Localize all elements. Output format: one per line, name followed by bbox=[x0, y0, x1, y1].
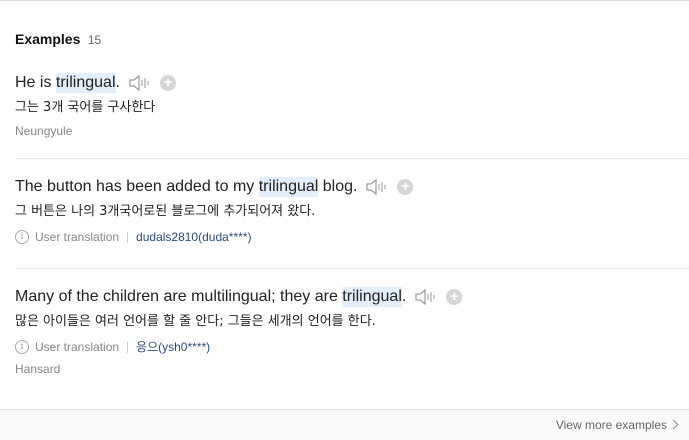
translation-meta: i User translation dudals2810(duda****) bbox=[15, 229, 689, 245]
examples-title: Examples bbox=[15, 31, 81, 47]
examples-count: 15 bbox=[87, 33, 102, 47]
speaker-icon[interactable] bbox=[365, 177, 389, 197]
info-icon[interactable]: i bbox=[15, 340, 29, 354]
chevron-right-icon bbox=[668, 419, 679, 430]
examples-footer: View more examples bbox=[0, 409, 689, 440]
example-sentence: Many of the children are multilingual; t… bbox=[15, 287, 689, 307]
example-item: He is trilingual. + 그는 3개 국어를 구사한다 Neung… bbox=[15, 73, 689, 139]
top-divider bbox=[0, 0, 689, 1]
view-more-examples-link[interactable]: View more examples bbox=[555, 418, 679, 432]
sentence-text: . bbox=[401, 288, 407, 305]
speaker-icon[interactable] bbox=[128, 73, 152, 93]
user-link[interactable]: dudals2810(duda****) bbox=[136, 229, 251, 245]
sentence-text: . bbox=[115, 74, 120, 91]
highlighted-term: trilingual bbox=[342, 287, 402, 307]
add-to-wordbook-button[interactable]: + bbox=[446, 289, 463, 305]
example-translation: 그 버튼은 나의 3개국어로된 블로그에 추가되어져 왔다. bbox=[15, 204, 316, 219]
example-divider bbox=[15, 268, 689, 269]
sentence-text: blog. bbox=[318, 178, 358, 195]
highlighted-term: trilingual bbox=[258, 177, 319, 197]
user-translation-label: User translation bbox=[35, 340, 120, 354]
sentence-text: Many of the children are multilingual; t… bbox=[15, 288, 343, 305]
speaker-icon[interactable] bbox=[414, 287, 438, 307]
sentence-text: The button has been added to my bbox=[15, 178, 259, 195]
user-translation-label: User translation bbox=[35, 230, 120, 244]
example-item: Many of the children are multilingual; t… bbox=[15, 287, 689, 377]
sentence-text: He is bbox=[15, 74, 56, 91]
view-more-label: View more examples bbox=[555, 418, 667, 432]
meta-separator bbox=[127, 231, 129, 243]
add-to-wordbook-button[interactable]: + bbox=[397, 179, 414, 195]
example-translation: 그는 3개 국어를 구사한다 bbox=[15, 100, 156, 115]
user-link[interactable]: 응으(ysh0****) bbox=[136, 339, 210, 355]
examples-header: Examples 15 bbox=[15, 31, 101, 49]
example-divider bbox=[15, 158, 689, 159]
example-translation: 많은 아이들은 여러 언어를 할 줄 안다; 그들은 세개의 언어를 한다. bbox=[15, 314, 376, 329]
translation-meta: i User translation 응으(ysh0****) bbox=[15, 339, 689, 355]
add-to-wordbook-button[interactable]: + bbox=[159, 75, 176, 91]
example-sentence: The button has been added to my trilingu… bbox=[15, 177, 689, 197]
example-source: Hansard bbox=[15, 362, 61, 376]
example-sentence: He is trilingual. + bbox=[15, 73, 689, 93]
example-source: Neungyule bbox=[15, 124, 73, 138]
meta-separator bbox=[127, 341, 129, 353]
info-icon[interactable]: i bbox=[15, 230, 29, 244]
example-item: The button has been added to my trilingu… bbox=[15, 177, 689, 245]
highlighted-term: trilingual bbox=[55, 73, 116, 93]
